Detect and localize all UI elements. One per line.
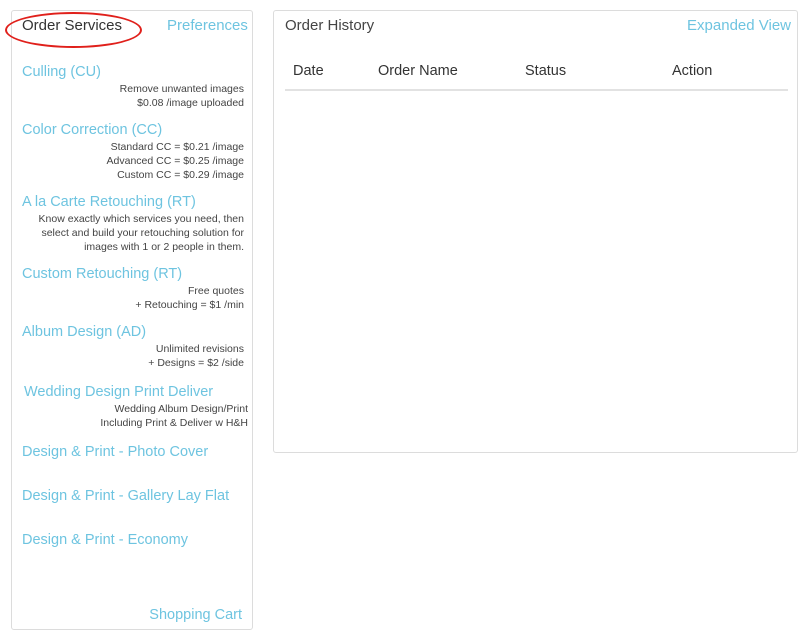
service-custom-retouching: Custom Retouching (RT) Free quotes + Ret… — [22, 266, 244, 312]
service-album-design: Album Design (AD) Unlimited revisions + … — [22, 324, 244, 370]
shopping-cart-link[interactable]: Shopping Cart — [149, 607, 242, 623]
service-desc-line: images with 1 or 2 people in them. — [84, 241, 244, 253]
service-desc-line: Know exactly which services you need, th… — [38, 213, 244, 225]
service-desc-line: Unlimited revisions — [155, 343, 244, 355]
service-desc-line: Free quotes — [187, 285, 244, 297]
service-desc-line: Custom CC = $0.29 /image — [117, 169, 244, 181]
service-desc-line: select and build your retouching solutio… — [41, 227, 244, 239]
column-header-date[interactable]: Date — [293, 63, 324, 79]
service-title-culling[interactable]: Culling (CU) — [22, 64, 244, 80]
service-desc-album-design: Unlimited revisions + Designs = $2 /side — [22, 342, 244, 370]
service-desc-color-correction: Standard CC = $0.21 /image Advanced CC =… — [22, 140, 244, 182]
service-title-photo-cover[interactable]: Design & Print - Photo Cover — [22, 444, 244, 460]
expanded-view-link[interactable]: Expanded View — [687, 17, 791, 34]
service-desc-line: Remove unwanted images — [119, 83, 244, 95]
service-desc-a-la-carte-retouching: Know exactly which services you need, th… — [22, 212, 244, 254]
service-photo-cover: Design & Print - Photo Cover — [22, 444, 244, 460]
service-desc-culling: Remove unwanted images $0.08 /image uplo… — [22, 82, 244, 110]
service-a-la-carte-retouching: A la Carte Retouching (RT) Know exactly … — [22, 194, 244, 254]
service-desc-line: Advanced CC = $0.25 /image — [106, 155, 244, 167]
service-title-color-correction[interactable]: Color Correction (CC) — [22, 122, 244, 138]
service-culling: Culling (CU) Remove unwanted images $0.0… — [22, 64, 244, 110]
service-title-economy[interactable]: Design & Print - Economy — [22, 532, 244, 548]
column-header-action[interactable]: Action — [672, 63, 712, 79]
service-desc-line: + Designs = $2 /side — [148, 357, 244, 369]
tab-order-services[interactable]: Order Services — [22, 17, 122, 34]
service-desc-line: $0.08 /image uploaded — [137, 97, 244, 109]
order-history-title: Order History — [285, 17, 375, 34]
service-title-album-design[interactable]: Album Design (AD) — [22, 324, 244, 340]
service-desc-line: Standard CC = $0.21 /image — [110, 141, 244, 153]
service-desc-line: + Retouching = $1 /min — [135, 299, 244, 311]
service-desc-line: Wedding Album Design/Print — [114, 403, 248, 415]
column-header-order-name[interactable]: Order Name — [378, 63, 458, 79]
column-header-status[interactable]: Status — [525, 63, 566, 79]
service-wedding-design-print-deliver: Wedding Design Print Deliver Wedding Alb… — [24, 384, 248, 430]
service-title-custom-retouching[interactable]: Custom Retouching (RT) — [22, 266, 244, 282]
service-color-correction: Color Correction (CC) Standard CC = $0.2… — [22, 122, 244, 182]
service-title-gallery-lay-flat[interactable]: Design & Print - Gallery Lay Flat — [22, 488, 244, 504]
tab-preferences[interactable]: Preferences — [167, 17, 248, 34]
service-title-wedding-design-print-deliver[interactable]: Wedding Design Print Deliver — [24, 384, 246, 400]
service-desc-line: Including Print & Deliver w H&H — [100, 417, 248, 429]
service-gallery-lay-flat: Design & Print - Gallery Lay Flat — [22, 488, 244, 504]
order-services-panel: Order Services Preferences Culling (CU) … — [5, 10, 253, 630]
order-history-table-header: Date Order Name Status Action — [285, 61, 788, 91]
service-desc-wedding-design-print-deliver: Wedding Album Design/Print Including Pri… — [24, 402, 248, 430]
service-economy: Design & Print - Economy — [22, 532, 244, 548]
service-title-a-la-carte-retouching[interactable]: A la Carte Retouching (RT) — [22, 194, 244, 210]
service-desc-custom-retouching: Free quotes + Retouching = $1 /min — [22, 284, 244, 312]
order-history-panel: Order History Expanded View Date Order N… — [273, 10, 798, 453]
